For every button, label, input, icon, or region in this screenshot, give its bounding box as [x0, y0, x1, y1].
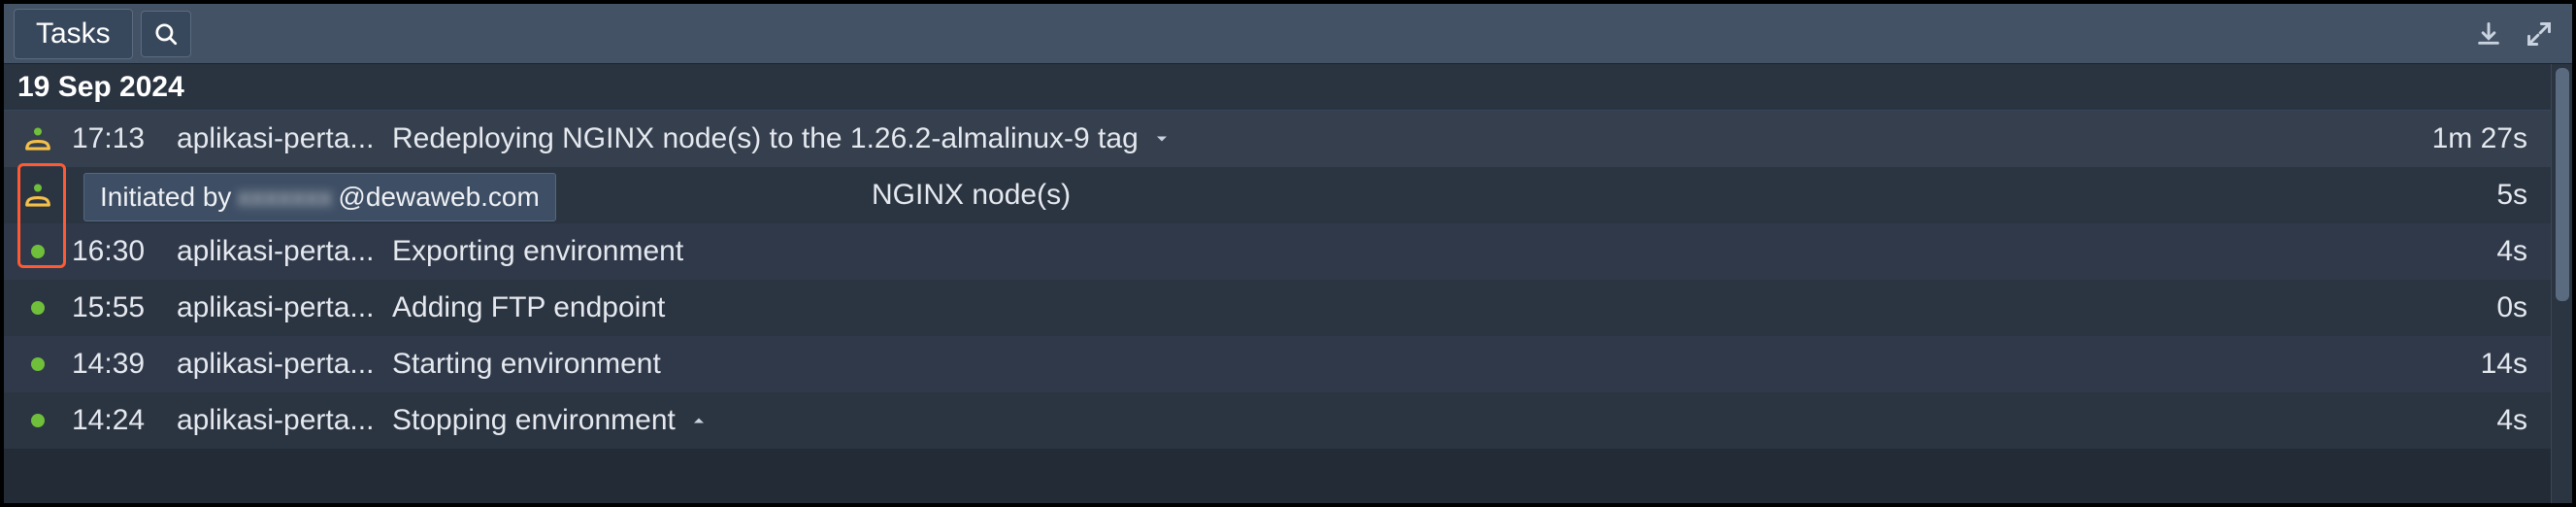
duration-cell: 1m 27s	[2415, 122, 2551, 155]
initiated-by-human-icon	[23, 124, 52, 153]
vertical-scrollbar[interactable]	[2551, 64, 2572, 503]
expand-button[interactable]	[2526, 20, 2553, 48]
time-cell: 17:13	[72, 122, 177, 155]
download-icon	[2475, 20, 2502, 48]
environment-cell: aplikasi-perta...	[177, 404, 392, 437]
description-text: Starting environment	[392, 348, 661, 381]
tasks-panel: Tasks	[0, 0, 2576, 507]
environment-cell: aplikasi-perta...	[177, 235, 392, 268]
description-cell: Adding FTP endpoint	[392, 291, 2415, 324]
environment-cell: aplikasi-perta...	[177, 348, 392, 381]
task-row[interactable]: 17:13aplikasi-perta...Redeploying NGINX …	[4, 111, 2551, 167]
status-dot-icon	[31, 357, 45, 371]
panel-body: 19 Sep 2024 17:13aplikasi-perta...Redepl…	[4, 64, 2572, 503]
panel-header: Tasks	[4, 4, 2572, 64]
task-row[interactable]: 14:24aplikasi-perta...Stopping environme…	[4, 392, 2551, 449]
initiated-by-icon	[23, 181, 52, 210]
duration-cell: 5s	[2415, 179, 2551, 212]
duration-cell: 14s	[2415, 348, 2551, 381]
description-cell: NGINX node(s)	[392, 179, 2415, 212]
description-text: NGINX node(s)	[872, 179, 1071, 212]
environment-cell: aplikasi-perta...	[177, 122, 392, 155]
download-button[interactable]	[2475, 20, 2502, 48]
status-cell	[4, 414, 72, 427]
time-cell: 14:24	[72, 404, 177, 437]
duration-cell: 0s	[2415, 291, 2551, 324]
scrollbar-thumb[interactable]	[2556, 68, 2569, 301]
tooltip-user-blurred: xxxxxxx	[237, 182, 332, 213]
task-row[interactable]: Initiated by xxxxxxx@dewaweb.com NGINX no…	[4, 167, 2551, 223]
status-dot-icon	[31, 245, 45, 258]
search-button[interactable]	[141, 11, 191, 57]
description-cell: Redeploying NGINX node(s) to the 1.26.2-…	[392, 122, 2415, 155]
description-cell: Stopping environment	[392, 404, 2415, 437]
description-text: Exporting environment	[392, 235, 683, 268]
initiated-by-icon	[23, 124, 52, 153]
search-icon	[153, 21, 179, 47]
task-row[interactable]: 16:30aplikasi-perta...Exporting environm…	[4, 223, 2551, 280]
description-text: Stopping environment	[392, 404, 676, 437]
time-cell: 14:39	[72, 348, 177, 381]
status-cell	[4, 124, 72, 153]
duration-cell: 4s	[2415, 235, 2551, 268]
tooltip-prefix: Initiated by	[100, 182, 231, 213]
expand-icon	[2526, 20, 2553, 48]
description-cell: Starting environment	[392, 348, 2415, 381]
task-row[interactable]: 15:55aplikasi-perta...Adding FTP endpoin…	[4, 280, 2551, 336]
time-cell: 15:55	[72, 291, 177, 324]
initiated-by-human-icon	[23, 181, 52, 210]
chevron-down-icon[interactable]	[1152, 129, 1172, 149]
chevron-up-icon[interactable]	[689, 411, 709, 430]
task-row[interactable]: 14:39aplikasi-perta...Starting environme…	[4, 336, 2551, 392]
task-list: 19 Sep 2024 17:13aplikasi-perta...Redepl…	[4, 64, 2551, 503]
status-cell	[4, 357, 72, 371]
status-cell	[4, 181, 72, 210]
status-cell	[4, 301, 72, 315]
duration-cell: 4s	[2415, 404, 2551, 437]
initiated-by-tooltip: Initiated by xxxxxxx@dewaweb.com	[83, 173, 556, 221]
date-header: 19 Sep 2024	[4, 64, 2551, 111]
status-dot-icon	[31, 301, 45, 315]
status-cell	[4, 245, 72, 258]
description-cell: Exporting environment	[392, 235, 2415, 268]
time-cell: 16:30	[72, 235, 177, 268]
status-dot-icon	[31, 414, 45, 427]
tooltip-suffix: @dewaweb.com	[338, 182, 539, 213]
tab-tasks[interactable]: Tasks	[14, 9, 133, 59]
description-text: Adding FTP endpoint	[392, 291, 665, 324]
description-text: Redeploying NGINX node(s) to the 1.26.2-…	[392, 122, 1139, 155]
environment-cell: aplikasi-perta...	[177, 291, 392, 324]
